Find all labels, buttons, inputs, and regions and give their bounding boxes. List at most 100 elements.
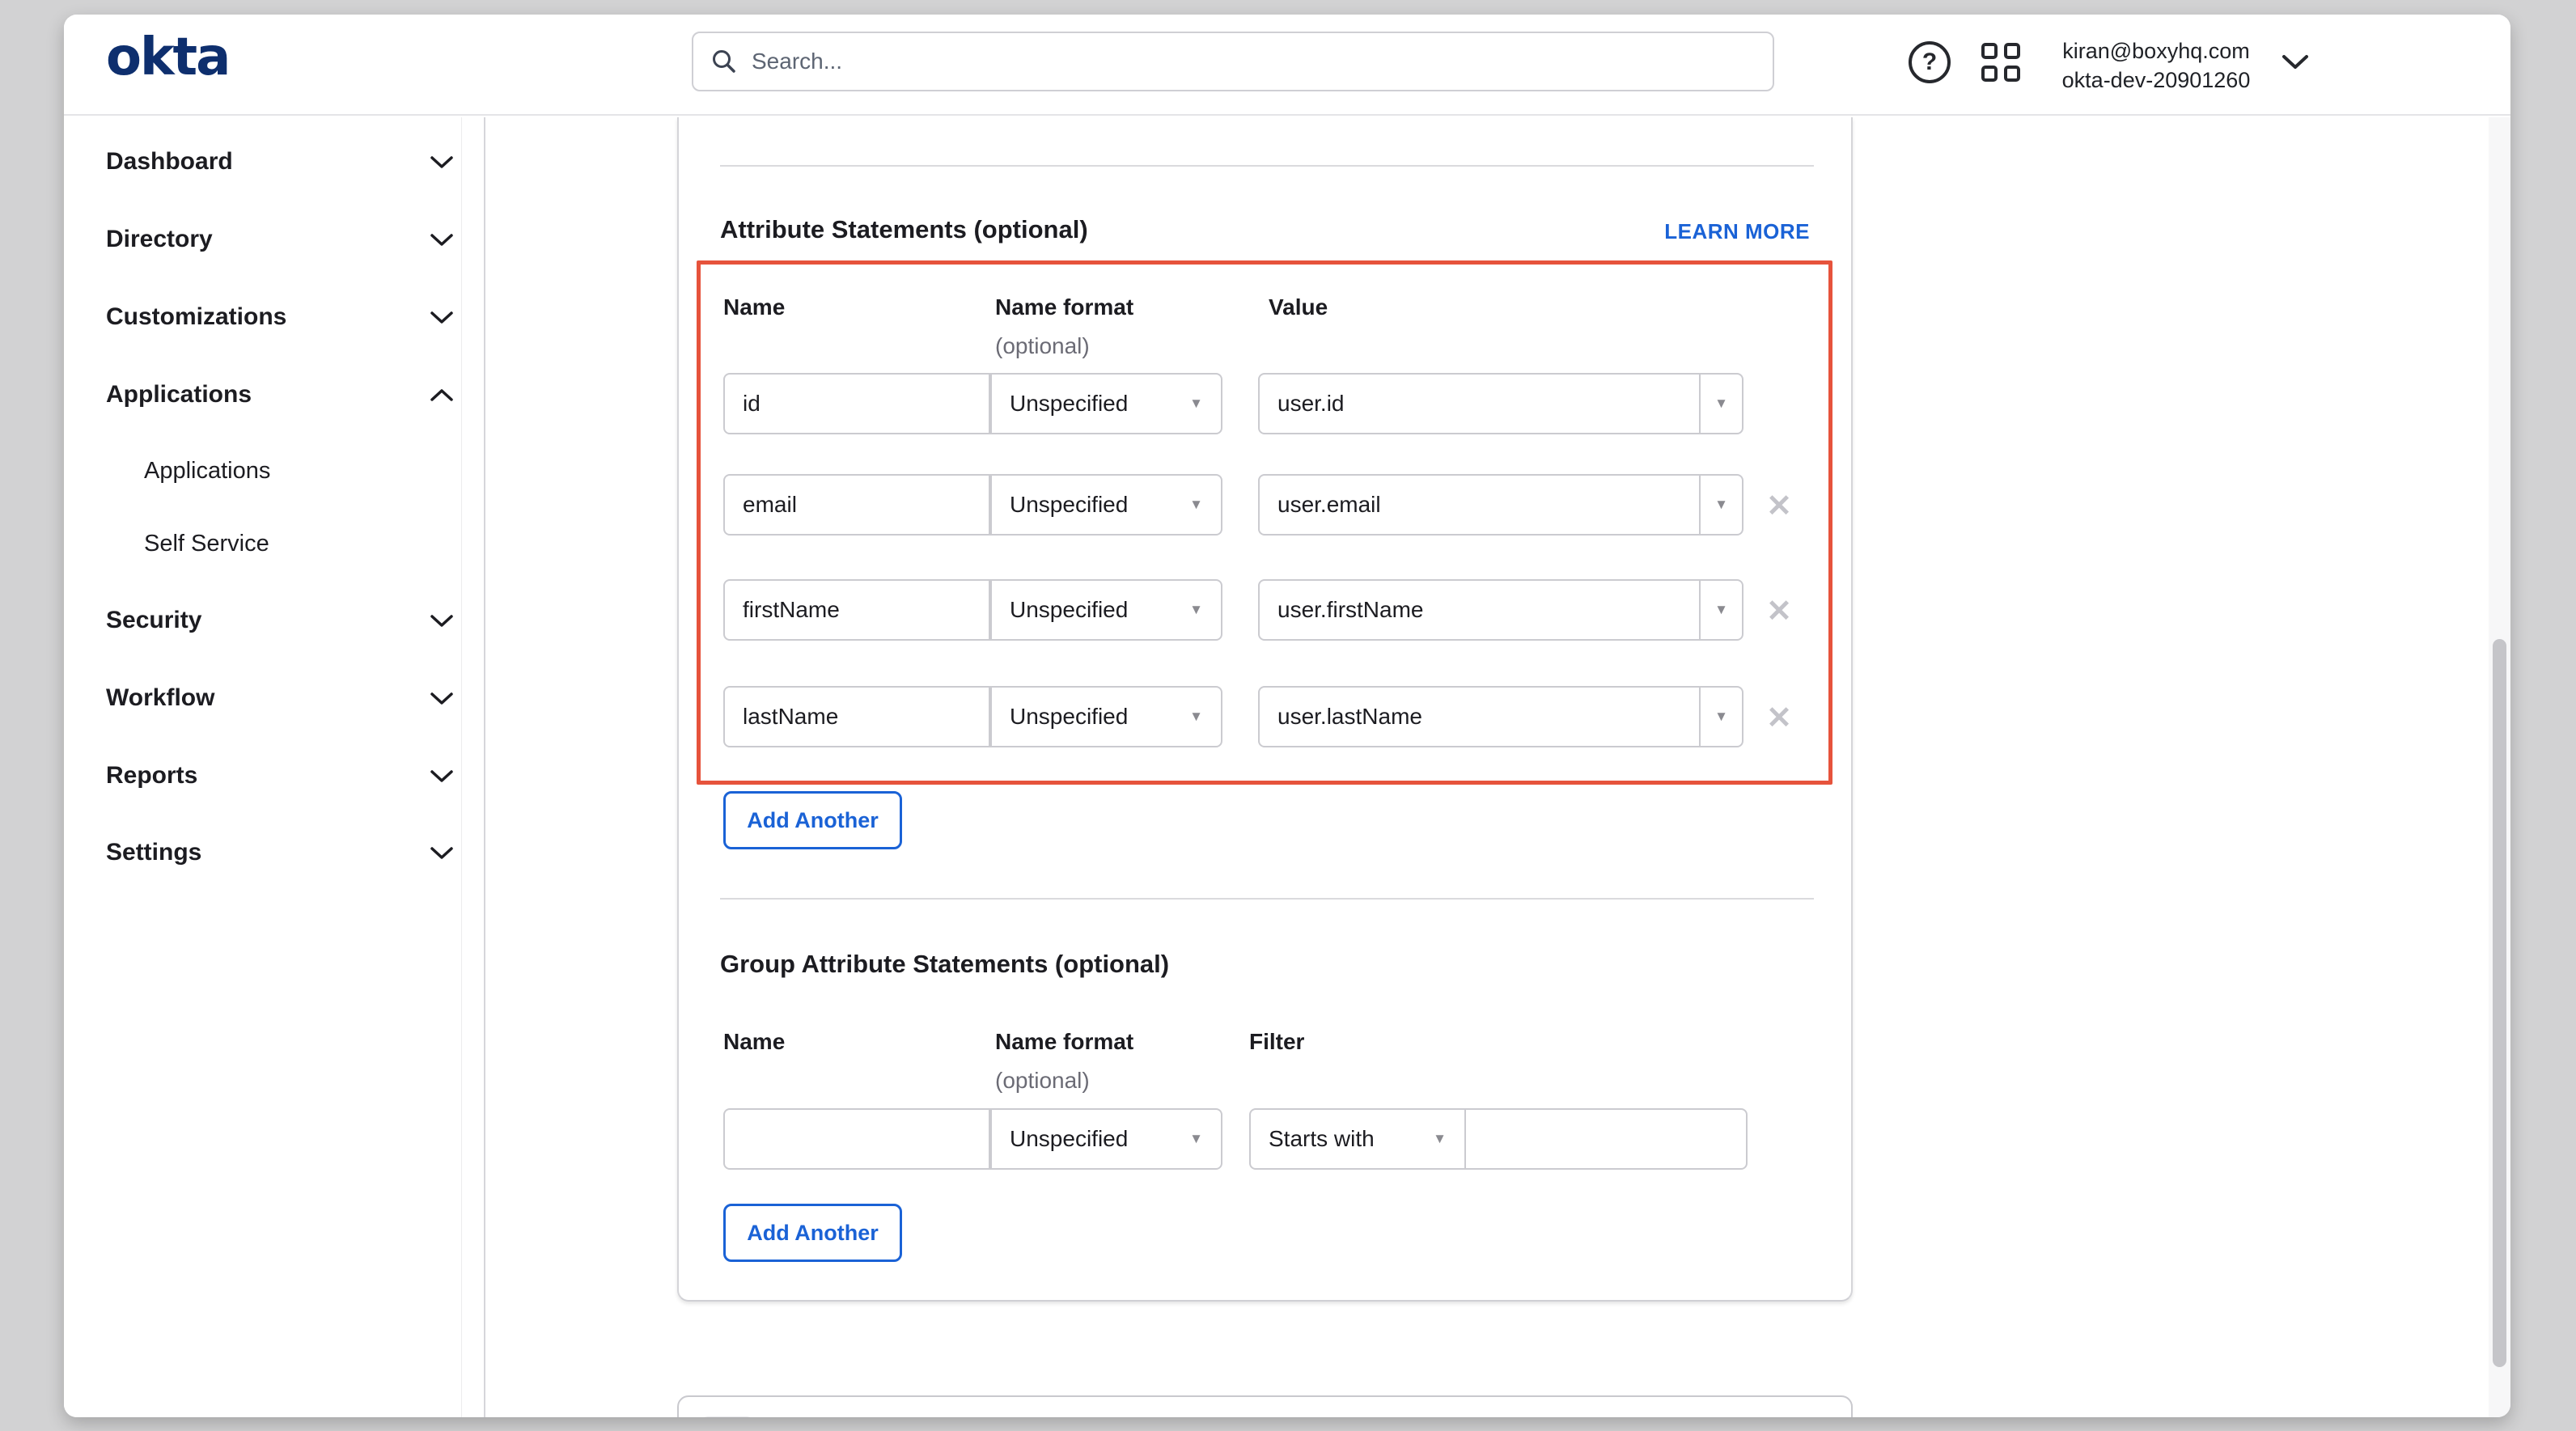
attr-name-format-select[interactable]: Unspecified ▼	[990, 474, 1222, 536]
account-info[interactable]: kiran@boxyhq.com okta-dev-20901260	[2044, 32, 2268, 99]
group-filter-type-value: Starts with	[1269, 1126, 1375, 1152]
combobox-toggle[interactable]: ▼	[1699, 476, 1742, 534]
sidebar-label: Reports	[106, 762, 197, 790]
attr-name-format-select[interactable]: Unspecified ▼	[990, 579, 1222, 641]
attribute-row: Unspecified ▼ user.email ▼ ✕	[679, 474, 1854, 536]
group-name-format-value: Unspecified	[1010, 1126, 1128, 1152]
attr-value-combobox[interactable]: user.id ▼	[1258, 373, 1743, 434]
chevron-down-icon: ▼	[1714, 709, 1728, 725]
group-name-format-select[interactable]: Unspecified ▼	[990, 1108, 1222, 1170]
apps-grid-button[interactable]	[1978, 40, 2023, 85]
sidebar-item-customizations[interactable]: Customizations	[64, 291, 484, 343]
next-section-card	[677, 1395, 1853, 1417]
chevron-down-icon	[430, 846, 454, 860]
sidebar-label: Customizations	[106, 303, 286, 331]
sidebar-label: Workflow	[106, 684, 214, 712]
attr-name-input[interactable]	[723, 686, 990, 747]
chevron-down-icon: ▼	[1714, 396, 1728, 412]
chevron-down-icon: ▼	[1189, 602, 1203, 618]
sidebar-item-dashboard[interactable]: Dashboard	[64, 136, 484, 188]
user-email: kiran@boxyhq.com	[2062, 36, 2250, 66]
search-icon	[710, 47, 739, 76]
section-divider	[720, 165, 1814, 167]
attr-name-input[interactable]	[723, 474, 990, 536]
add-another-group-attribute-button[interactable]: Add Another	[723, 1204, 902, 1262]
group-column-header-name: Name	[723, 1029, 785, 1055]
chevron-down-icon: ▼	[1189, 497, 1203, 513]
chevron-down-icon	[430, 692, 454, 705]
combobox-toggle[interactable]: ▼	[1699, 375, 1742, 433]
combobox-toggle[interactable]: ▼	[1699, 688, 1742, 746]
group-column-note-optional: (optional)	[995, 1068, 1090, 1094]
attr-name-input[interactable]	[723, 579, 990, 641]
top-header: okta ? kiran@boxyhq.com okta-dev-2090126…	[64, 15, 2510, 116]
org-id: okta-dev-20901260	[2062, 66, 2251, 95]
okta-logo[interactable]: okta	[106, 28, 229, 87]
sidebar-label: Security	[106, 607, 201, 634]
chevron-down-icon: ▼	[1433, 1131, 1447, 1147]
attr-name-format-select[interactable]: Unspecified ▼	[990, 686, 1222, 747]
attribute-statements-title: Attribute Statements (optional)	[720, 215, 1088, 244]
sidebar: Dashboard Directory Customizations Appli…	[64, 117, 485, 1417]
group-filter-value-input[interactable]	[1464, 1108, 1748, 1170]
learn-more-link[interactable]: LEARN MORE	[1664, 219, 1810, 244]
attr-value-combobox[interactable]: user.lastName ▼	[1258, 686, 1743, 747]
remove-row-button[interactable]: ✕	[1761, 594, 1797, 629]
add-another-attribute-button[interactable]: Add Another	[723, 791, 902, 849]
placeholder-box	[700, 1416, 755, 1417]
attribute-row: Unspecified ▼ user.lastName ▼ ✕	[679, 686, 1854, 747]
sidebar-item-self-service[interactable]: Self Service	[64, 518, 484, 569]
sidebar-item-reports[interactable]: Reports	[64, 750, 484, 802]
group-name-input[interactable]	[723, 1108, 990, 1170]
attribute-row: Unspecified ▼ user.firstName ▼ ✕	[679, 579, 1854, 641]
body-area: Dashboard Directory Customizations Appli…	[64, 117, 2510, 1417]
chevron-down-icon	[430, 233, 454, 247]
remove-row-button[interactable]: ✕	[1761, 489, 1797, 524]
chevron-up-icon	[430, 388, 454, 402]
group-column-header-name-format: Name format	[995, 1029, 1133, 1055]
column-header-name: Name	[723, 294, 785, 320]
sidebar-item-applications[interactable]: Applications	[64, 369, 484, 421]
chevron-down-icon: ▼	[1189, 1131, 1203, 1147]
chevron-down-icon: ▼	[1714, 602, 1728, 618]
attr-value-text: user.id	[1260, 391, 1699, 417]
scrollbar-thumb[interactable]	[2493, 639, 2506, 1367]
group-attribute-statements-title: Group Attribute Statements (optional)	[720, 950, 1169, 979]
sidebar-item-workflow[interactable]: Workflow	[64, 672, 484, 724]
chevron-down-icon: ▼	[1189, 396, 1203, 412]
sidebar-label: Settings	[106, 839, 201, 866]
chevron-down-icon: ▼	[1189, 709, 1203, 725]
sidebar-label: Directory	[106, 226, 213, 253]
attr-name-format-value: Unspecified	[1010, 704, 1128, 730]
attribute-row: Unspecified ▼ user.id ▼	[679, 373, 1854, 434]
attr-value-combobox[interactable]: user.firstName ▼	[1258, 579, 1743, 641]
saml-settings-card: Attribute Statements (optional) LEARN MO…	[677, 117, 1853, 1302]
attr-value-combobox[interactable]: user.email ▼	[1258, 474, 1743, 536]
sidebar-item-applications-sub[interactable]: Applications	[64, 445, 484, 497]
sidebar-label: Applications	[106, 381, 252, 409]
group-attribute-row: Unspecified ▼ Starts with ▼	[679, 1108, 1854, 1170]
sidebar-item-directory[interactable]: Directory	[64, 214, 484, 265]
combobox-toggle[interactable]: ▼	[1699, 581, 1742, 639]
grid-icon	[1981, 43, 2020, 82]
chevron-down-icon	[430, 614, 454, 628]
help-button[interactable]: ?	[1907, 40, 1952, 85]
sidebar-item-security[interactable]: Security	[64, 595, 484, 646]
attr-name-format-value: Unspecified	[1010, 391, 1128, 417]
attr-name-format-select[interactable]: Unspecified ▼	[990, 373, 1222, 434]
attr-name-input[interactable]	[723, 373, 990, 434]
remove-row-button[interactable]: ✕	[1761, 701, 1797, 736]
column-note-optional: (optional)	[995, 333, 1090, 359]
group-column-header-filter: Filter	[1249, 1029, 1304, 1055]
column-header-name-format: Name format	[995, 294, 1133, 320]
global-search[interactable]	[692, 32, 1774, 91]
search-input[interactable]	[750, 48, 1756, 75]
chevron-down-icon	[430, 769, 454, 783]
attr-value-text: user.firstName	[1260, 597, 1699, 623]
group-filter-type-select[interactable]: Starts with ▼	[1249, 1108, 1466, 1170]
chevron-down-icon	[430, 155, 454, 169]
account-chevron-down-icon[interactable]	[2281, 53, 2310, 71]
column-header-value: Value	[1269, 294, 1328, 320]
sidebar-item-settings[interactable]: Settings	[64, 827, 484, 878]
sidebar-sublabel: Applications	[144, 458, 270, 485]
